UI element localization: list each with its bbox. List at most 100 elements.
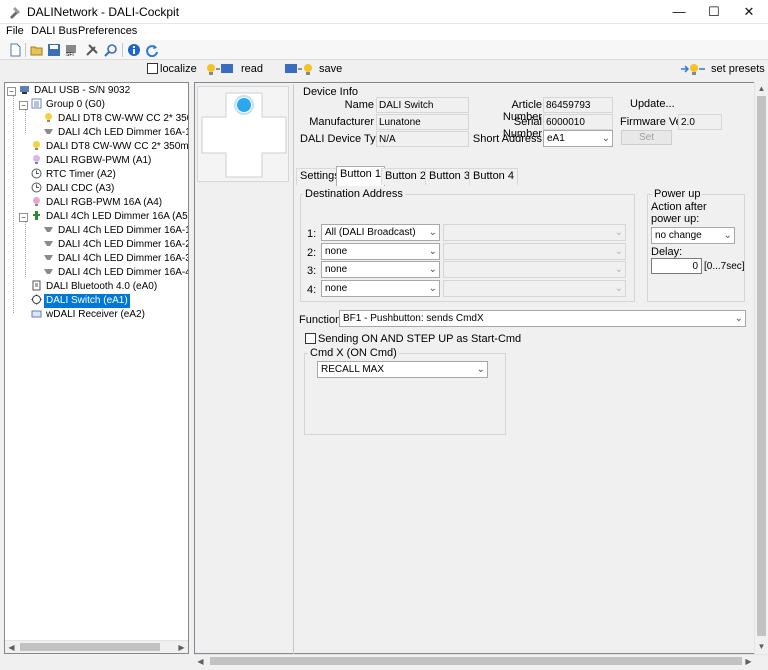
tree-line	[25, 109, 26, 133]
cmd-x-value: RECALL MAX	[321, 364, 384, 375]
firmware-label: Firmware Ver	[620, 116, 686, 128]
scroll-left-icon[interactable]: ◀	[194, 655, 207, 668]
localize-checkbox[interactable]	[147, 63, 158, 74]
sending-start-cmd-checkbox[interactable]	[305, 333, 316, 344]
destination-row-number: 4:	[307, 284, 317, 296]
tree-item[interactable]: DALI RGBW-PWM (A1)	[31, 154, 153, 168]
delay-input[interactable]: 0	[651, 258, 702, 274]
collapse-icon[interactable]: −	[19, 213, 28, 222]
chevron-down-icon: ⌄	[614, 283, 623, 294]
bulb-icon	[33, 141, 40, 150]
save-bus-icon[interactable]	[284, 62, 314, 77]
tab-button-3[interactable]: Button 3	[425, 168, 474, 185]
set-presets-button[interactable]: set presets	[711, 63, 765, 75]
read-button[interactable]: read	[241, 63, 263, 75]
open-folder-icon[interactable]	[30, 43, 44, 57]
action-after-power-up-label: Action after power up:	[651, 201, 707, 225]
destination-value: All (DALI Broadcast)	[325, 227, 416, 238]
tree-item[interactable]: DALI DT8 CW-WW CC 2* 350mA (A0)	[31, 140, 189, 154]
collapse-icon[interactable]: −	[7, 87, 16, 96]
delay-range-label: [0...7sec]	[704, 261, 745, 272]
sfi-chip-icon[interactable]: SFI	[64, 43, 78, 57]
destination-row-number: 1:	[307, 228, 317, 240]
delay-label: Delay:	[651, 246, 683, 258]
set-presets-icon[interactable]	[680, 62, 706, 77]
tree-item[interactable]: DALI 4Ch LED Dimmer 16A-2 (A6)	[43, 238, 188, 252]
tab-button-2[interactable]: Button 2	[381, 168, 430, 185]
collapse-icon[interactable]: −	[19, 101, 28, 110]
power-up-action-select[interactable]: no change ⌄	[651, 227, 735, 244]
scroll-left-icon[interactable]: ◀	[5, 641, 18, 653]
destination-address-title: Destination Address	[303, 188, 405, 200]
short-address-select[interactable]: eA1 ⌄	[543, 130, 613, 147]
localize-label: localize	[160, 63, 197, 75]
tree-item-label: DALI DT8 CW-WW CC 2* 350mA (A0)	[46, 141, 189, 152]
device-image	[197, 86, 289, 182]
tree-item[interactable]: DALI RGB-PWM 16A (A4)	[31, 196, 164, 210]
tree-horizontal-scrollbar[interactable]: ◀ ▶	[5, 640, 188, 653]
scroll-thumb[interactable]	[210, 657, 742, 665]
scroll-up-icon[interactable]: ▲	[755, 82, 768, 95]
scroll-thumb[interactable]	[757, 96, 766, 636]
svg-text:SFI: SFI	[66, 52, 74, 57]
destination-select-4[interactable]: none ⌄	[321, 280, 440, 297]
function-select[interactable]: BF1 - Pushbutton: sends CmdX ⌄	[339, 310, 746, 327]
destination-select-3[interactable]: none ⌄	[321, 261, 440, 278]
detail-horizontal-scrollbar[interactable]: ◀ ▶	[194, 654, 768, 668]
refresh-icon[interactable]	[145, 43, 159, 57]
tree-item-label: DALI 4Ch LED Dimmer 16A-1 (A5)	[58, 127, 189, 138]
new-file-icon[interactable]	[8, 43, 22, 57]
device-tree[interactable]: − DALI USB - S/N 9032 − Group 0 (G0) DAL…	[4, 82, 189, 654]
save-button[interactable]: save	[319, 63, 342, 75]
detail-vertical-scrollbar[interactable]: ▲ ▼	[754, 82, 767, 654]
minimize-button[interactable]: —	[663, 0, 695, 24]
tree-item[interactable]: DALI CDC (A3)	[31, 182, 116, 196]
power-up-title: Power up	[652, 188, 703, 200]
search-icon[interactable]	[104, 43, 118, 57]
tree-item[interactable]: wDALI Receiver (eA2)	[31, 308, 147, 322]
tools-icon[interactable]	[85, 43, 99, 57]
tree-item[interactable]: DALI 4Ch LED Dimmer 16A-1 (A5)	[43, 224, 188, 238]
tree-item[interactable]: DALI DT8 CW-WW CC 2* 350mA (A5)	[43, 112, 188, 126]
menu-preferences[interactable]: Preferences	[78, 25, 137, 37]
manufacturer-field: Lunatone	[376, 114, 469, 130]
save-icon[interactable]	[47, 43, 61, 57]
update-button[interactable]: Update...	[630, 98, 675, 110]
scroll-thumb[interactable]	[20, 643, 160, 651]
scroll-right-icon[interactable]: ▶	[742, 655, 755, 668]
toolbar: SFI	[0, 40, 768, 60]
scroll-down-icon[interactable]: ▼	[755, 640, 768, 653]
tab-button-4[interactable]: Button 4	[469, 168, 518, 185]
close-button[interactable]: ✕	[733, 0, 765, 24]
maximize-button[interactable]: ☐	[698, 0, 730, 24]
menu-dali-bus[interactable]: DALI Bus	[31, 25, 77, 37]
tree-item[interactable]: DALI 4Ch LED Dimmer 16A-3 (A7)	[43, 252, 188, 266]
destination-sub-select-3: ⌄	[443, 261, 626, 278]
tree-item[interactable]: RTC Timer (A2)	[31, 168, 118, 182]
manufacturer-label: Manufacturer	[309, 116, 374, 128]
destination-select-2[interactable]: none ⌄	[321, 243, 440, 260]
chevron-down-icon: ⌄	[428, 227, 437, 238]
tree-item[interactable]: DALI 4Ch LED Dimmer 16A-4 (A8)	[43, 266, 188, 280]
downlight-icon	[44, 269, 53, 274]
device-type-field: N/A	[376, 131, 469, 147]
usb-interface-icon	[20, 86, 29, 94]
cmd-x-select[interactable]: RECALL MAX ⌄	[317, 361, 488, 378]
dimmer-icon	[33, 211, 40, 220]
bulb-icon	[45, 113, 52, 122]
short-address-value: eA1	[547, 133, 565, 144]
scroll-right-icon[interactable]: ▶	[175, 641, 188, 653]
tree-item[interactable]: DALI Bluetooth 4.0 (eA0)	[31, 280, 159, 294]
tree-item[interactable]: DALI 4Ch LED Dimmer 16A-1 (A5)	[43, 126, 189, 140]
read-bus-icon[interactable]	[205, 62, 235, 77]
destination-value: none	[325, 283, 348, 294]
info-icon[interactable]	[127, 43, 141, 57]
tree-item-selected[interactable]: DALI Switch (eA1)	[31, 293, 131, 309]
tab-button-1[interactable]: Button 1	[336, 166, 385, 186]
menu-file[interactable]: File	[6, 25, 24, 37]
set-button[interactable]: Set	[621, 130, 672, 145]
destination-select-1[interactable]: All (DALI Broadcast) ⌄	[321, 224, 440, 241]
clock-icon	[31, 168, 42, 179]
serial-number-field: 6000010	[543, 114, 613, 130]
tree-root-label: DALI USB - S/N 9032	[34, 85, 131, 96]
